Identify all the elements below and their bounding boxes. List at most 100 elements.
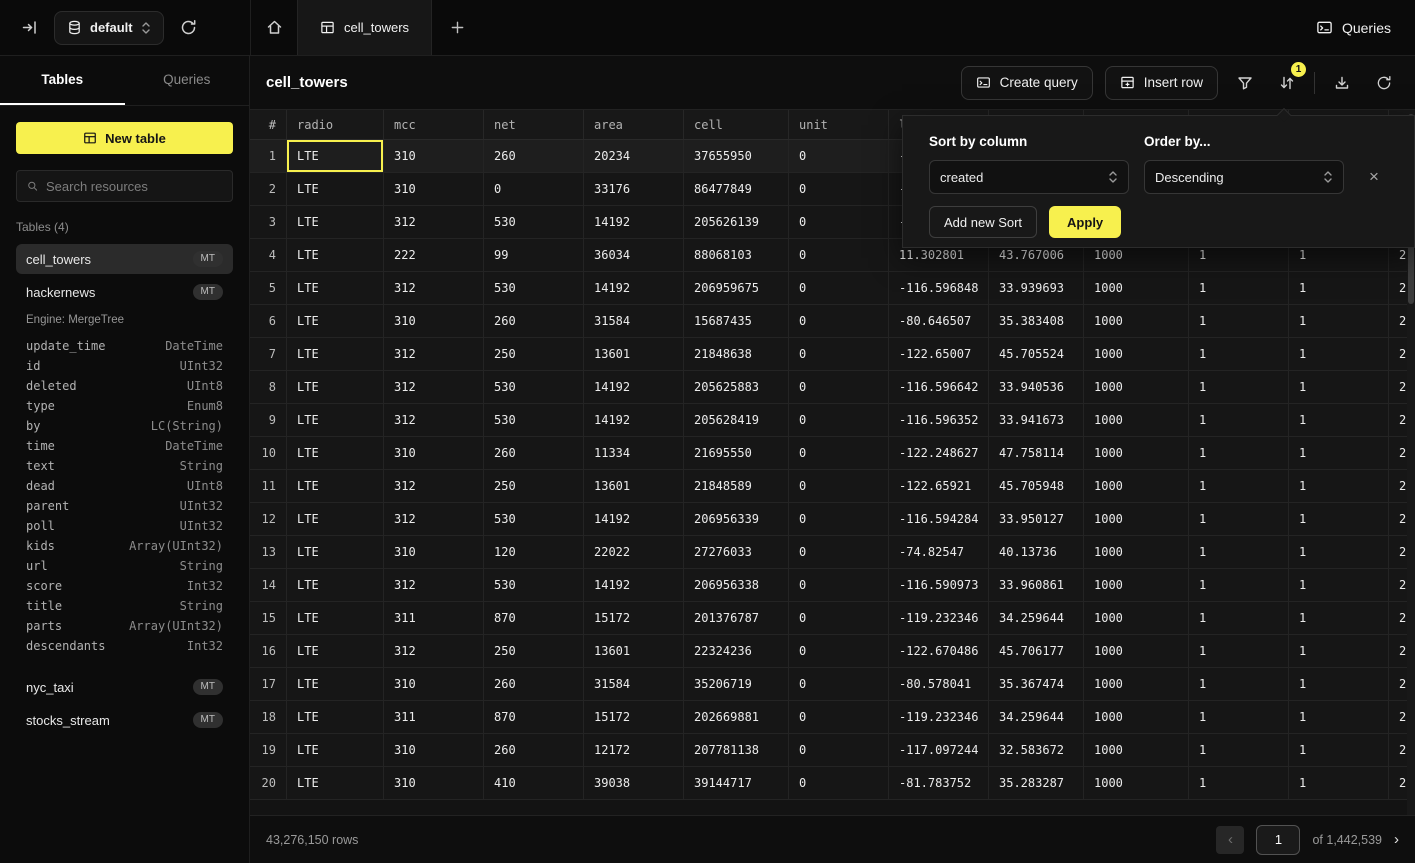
table-cell[interactable]: 1 [1189, 635, 1289, 668]
table-cell[interactable]: -116.590973 [889, 569, 989, 602]
row-number[interactable]: 20 [250, 767, 287, 800]
table-cell[interactable]: 1000 [1084, 635, 1189, 668]
table-cell[interactable]: -119.232346 [889, 701, 989, 734]
sidebar-item-cell-towers[interactable]: cell_towers MT [16, 244, 233, 274]
table-cell[interactable]: 1 [1189, 404, 1289, 437]
table-cell[interactable]: 0 [789, 239, 889, 272]
page-number-input[interactable] [1256, 825, 1300, 855]
table-cell[interactable]: 0 [789, 536, 889, 569]
table-cell[interactable]: 0 [789, 668, 889, 701]
table-cell[interactable]: 45.706177 [989, 635, 1084, 668]
row-number[interactable]: 6 [250, 305, 287, 338]
table-cell[interactable]: 0 [789, 569, 889, 602]
sidebar-item-nyc-taxi[interactable]: nyc_taxi MT [16, 672, 233, 702]
table-cell[interactable]: -80.578041 [889, 668, 989, 701]
table-cell[interactable]: 1 [1289, 701, 1389, 734]
row-number[interactable]: 14 [250, 569, 287, 602]
table-cell[interactable]: LTE [287, 173, 384, 206]
table-cell[interactable]: -122.65007 [889, 338, 989, 371]
table-cell[interactable]: 310 [384, 305, 484, 338]
table-cell[interactable]: LTE [287, 140, 384, 173]
prev-page-button[interactable]: ‹ [1216, 826, 1244, 854]
table-cell[interactable]: LTE [287, 701, 384, 734]
table-cell[interactable]: 310 [384, 668, 484, 701]
sort-button[interactable]: 1 [1272, 68, 1302, 98]
search-input[interactable] [46, 179, 222, 194]
table-cell[interactable]: 206959675 [684, 272, 789, 305]
row-number[interactable]: 11 [250, 470, 287, 503]
table-cell[interactable]: 250 [484, 338, 584, 371]
table-cell[interactable]: -122.248627 [889, 437, 989, 470]
table-cell[interactable]: 40.13736 [989, 536, 1084, 569]
table-cell[interactable]: 1 [1289, 734, 1389, 767]
apply-sort-button[interactable]: Apply [1049, 206, 1121, 238]
table-cell[interactable]: 21848589 [684, 470, 789, 503]
table-cell[interactable]: 0 [789, 767, 889, 800]
table-cell[interactable]: LTE [287, 371, 384, 404]
collapse-sidebar-icon[interactable] [14, 13, 44, 43]
table-cell[interactable]: 1000 [1084, 371, 1189, 404]
table-cell[interactable]: -116.596352 [889, 404, 989, 437]
row-number[interactable]: 9 [250, 404, 287, 437]
table-cell[interactable]: 22022 [584, 536, 684, 569]
table-cell[interactable]: -74.82547 [889, 536, 989, 569]
table-cell[interactable]: LTE [287, 668, 384, 701]
table-cell[interactable]: 11334 [584, 437, 684, 470]
row-number[interactable]: 17 [250, 668, 287, 701]
table-cell[interactable]: 260 [484, 305, 584, 338]
table-cell[interactable]: 1 [1189, 701, 1289, 734]
remove-sort-button[interactable]: × [1363, 166, 1385, 188]
table-cell[interactable]: 99 [484, 239, 584, 272]
table-cell[interactable]: 410 [484, 767, 584, 800]
table-cell[interactable]: 1 [1289, 437, 1389, 470]
table-cell[interactable]: 15172 [584, 701, 684, 734]
table-cell[interactable]: 1000 [1084, 470, 1189, 503]
table-cell[interactable]: 530 [484, 272, 584, 305]
table-cell[interactable]: 1000 [1084, 536, 1189, 569]
sort-order-select[interactable]: Descending [1144, 160, 1344, 194]
row-number[interactable]: 15 [250, 602, 287, 635]
table-cell[interactable]: 205625883 [684, 371, 789, 404]
column-header-mcc[interactable]: mcc [384, 110, 484, 139]
table-cell[interactable]: 13601 [584, 470, 684, 503]
sidebar-item-hackernews[interactable]: hackernews MT [16, 277, 233, 307]
table-cell[interactable]: 202669881 [684, 701, 789, 734]
table-cell[interactable]: LTE [287, 272, 384, 305]
table-cell[interactable]: 34.259644 [989, 602, 1084, 635]
table-cell[interactable]: LTE [287, 470, 384, 503]
queries-button[interactable]: Queries [1316, 19, 1391, 36]
new-table-button[interactable]: New table [16, 122, 233, 154]
table-cell[interactable]: 33176 [584, 173, 684, 206]
table-cell[interactable]: 311 [384, 701, 484, 734]
download-button[interactable] [1327, 68, 1357, 98]
table-cell[interactable]: LTE [287, 305, 384, 338]
table-cell[interactable]: 260 [484, 140, 584, 173]
filter-button[interactable] [1230, 68, 1260, 98]
table-cell[interactable]: LTE [287, 536, 384, 569]
row-number[interactable]: 5 [250, 272, 287, 305]
home-tab[interactable] [251, 0, 297, 55]
table-cell[interactable]: 206956338 [684, 569, 789, 602]
table-cell[interactable]: 88068103 [684, 239, 789, 272]
column-header-unit[interactable]: unit [789, 110, 889, 139]
table-cell[interactable]: 15687435 [684, 305, 789, 338]
create-query-button[interactable]: Create query [961, 66, 1093, 100]
table-cell[interactable]: 312 [384, 272, 484, 305]
table-cell[interactable]: 312 [384, 503, 484, 536]
table-cell[interactable]: 310 [384, 536, 484, 569]
table-cell[interactable]: 0 [789, 470, 889, 503]
table-cell[interactable]: 1000 [1084, 272, 1189, 305]
refresh-table-button[interactable] [1369, 68, 1399, 98]
table-cell[interactable]: 1 [1289, 404, 1389, 437]
sidebar-tab-tables[interactable]: Tables [0, 56, 125, 105]
table-cell[interactable]: 86477849 [684, 173, 789, 206]
table-cell[interactable]: 1 [1189, 734, 1289, 767]
table-cell[interactable]: 31584 [584, 668, 684, 701]
table-cell[interactable]: 222 [384, 239, 484, 272]
table-cell[interactable]: 1 [1289, 635, 1389, 668]
table-cell[interactable]: 0 [789, 173, 889, 206]
row-number[interactable]: 8 [250, 371, 287, 404]
table-cell[interactable]: 1 [1289, 536, 1389, 569]
tab-cell-towers[interactable]: cell_towers [297, 0, 432, 55]
table-cell[interactable]: -119.232346 [889, 602, 989, 635]
